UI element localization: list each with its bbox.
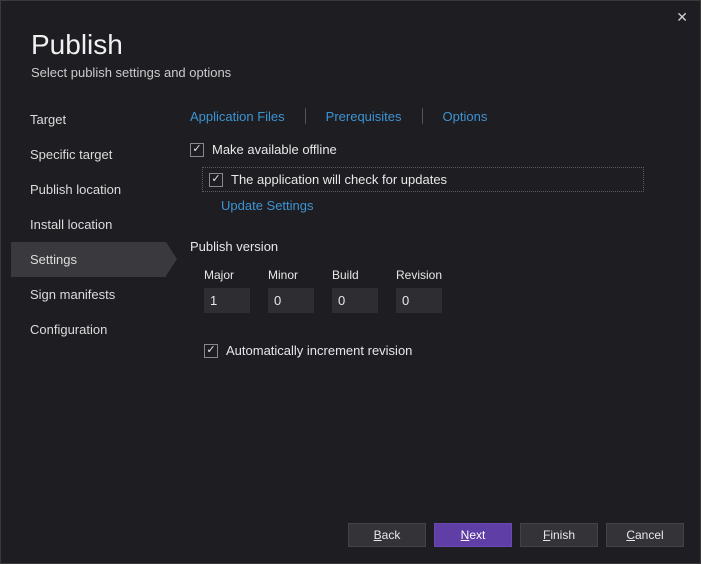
input-revision[interactable] [396, 288, 442, 313]
input-major[interactable] [204, 288, 250, 313]
tab-prerequisites[interactable]: Prerequisites [306, 109, 422, 124]
sidebar-item-configuration[interactable]: Configuration [11, 312, 166, 347]
label-minor: Minor [268, 268, 316, 282]
checkbox-label: Make available offline [212, 142, 337, 157]
next-button[interactable]: Next [434, 523, 512, 547]
checkbox-label: Automatically increment revision [226, 343, 412, 358]
label-revision: Revision [396, 268, 444, 282]
tab-options[interactable]: Options [423, 109, 508, 124]
checkbox-make-offline[interactable]: Make available offline [190, 142, 676, 157]
sidebar-item-specific-target[interactable]: Specific target [11, 137, 166, 172]
sidebar-item-target[interactable]: Target [11, 102, 166, 137]
label-major: Major [204, 268, 252, 282]
sidebar-item-settings[interactable]: Settings [11, 242, 166, 277]
sidebar-item-install-location[interactable]: Install location [11, 207, 166, 242]
input-minor[interactable] [268, 288, 314, 313]
checkbox-auto-increment[interactable]: Automatically increment revision [204, 343, 676, 358]
close-icon[interactable]: ✕ [676, 9, 688, 26]
finish-button[interactable]: Finish [520, 523, 598, 547]
sidebar: Target Specific target Publish location … [1, 102, 166, 358]
check-icon [190, 143, 204, 157]
check-icon [209, 173, 223, 187]
page-subtitle: Select publish settings and options [31, 65, 700, 80]
tab-application-files[interactable]: Application Files [190, 109, 305, 124]
label-build: Build [332, 268, 380, 282]
cancel-button[interactable]: Cancel [606, 523, 684, 547]
sidebar-item-sign-manifests[interactable]: Sign manifests [11, 277, 166, 312]
page-title: Publish [31, 29, 700, 61]
section-label-publish-version: Publish version [190, 239, 676, 254]
check-icon [204, 344, 218, 358]
checkbox-check-updates[interactable]: The application will check for updates [209, 172, 637, 187]
back-button[interactable]: Back [348, 523, 426, 547]
link-update-settings[interactable]: Update Settings [221, 198, 676, 213]
sidebar-item-publish-location[interactable]: Publish location [11, 172, 166, 207]
checkbox-label: The application will check for updates [231, 172, 447, 187]
input-build[interactable] [332, 288, 378, 313]
